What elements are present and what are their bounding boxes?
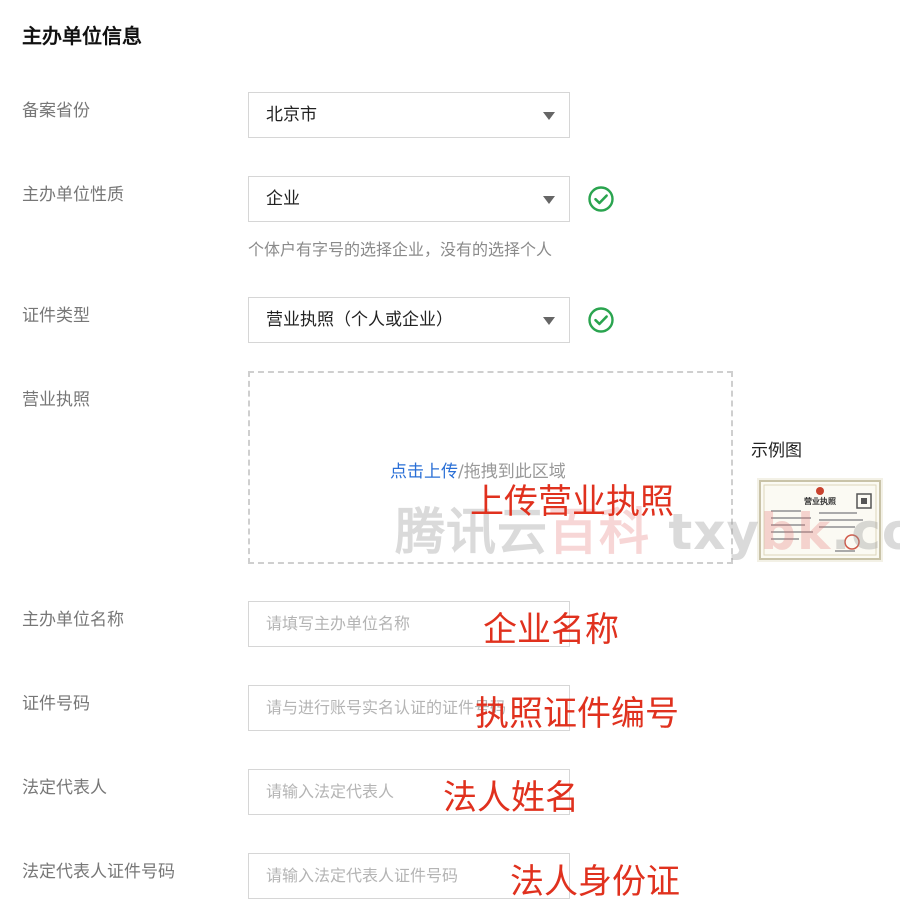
example-label: 示例图 (751, 441, 802, 461)
cert-type-select[interactable]: 营业执照（个人或企业） (248, 297, 570, 343)
chevron-down-icon (543, 196, 555, 204)
org-name-label: 主办单位名称 (22, 610, 124, 630)
license-label: 营业执照 (22, 390, 90, 410)
chevron-down-icon (543, 317, 555, 325)
province-select[interactable]: 北京市 (248, 92, 570, 138)
org-type-hint: 个体户有字号的选择企业，没有的选择个人 (248, 240, 553, 259)
check-circle-icon (588, 186, 614, 212)
org-type-value: 企业 (266, 189, 300, 209)
cert-type-value: 营业执照（个人或企业） (266, 310, 453, 330)
legal-rep-id-label: 法定代表人证件号码 (22, 862, 175, 882)
org-type-label: 主办单位性质 (22, 185, 124, 205)
org-type-select[interactable]: 企业 (248, 176, 570, 222)
annotation-upload: 上传营业执照 (470, 482, 674, 522)
upload-link[interactable]: 点击上传 (390, 462, 458, 482)
cert-type-label: 证件类型 (22, 306, 90, 326)
annotation-legal-rep-id: 法人身份证 (510, 862, 680, 902)
annotation-legal-rep: 法人姓名 (443, 778, 579, 818)
province-label: 备案省份 (22, 101, 90, 121)
annotation-org-name: 企业名称 (483, 610, 619, 650)
annotation-cert-no: 执照证件编号 (475, 694, 679, 734)
legal-rep-label: 法定代表人 (22, 778, 107, 798)
cert-no-label: 证件号码 (22, 694, 90, 714)
province-value: 北京市 (266, 105, 317, 125)
check-circle-icon (588, 307, 614, 333)
chevron-down-icon (543, 112, 555, 120)
section-title: 主办单位信息 (22, 24, 142, 48)
